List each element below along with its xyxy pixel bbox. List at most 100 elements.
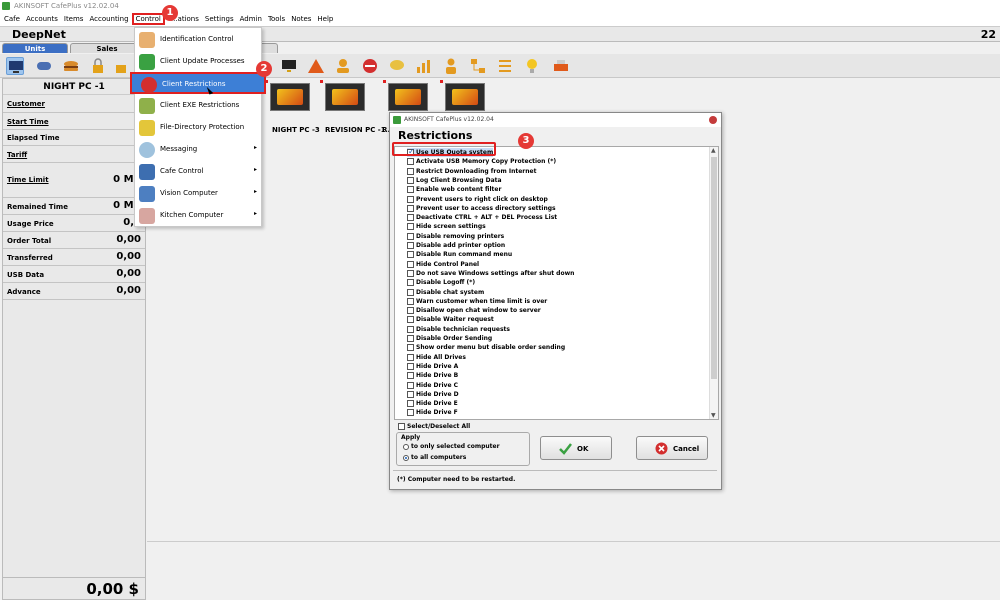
apply-selected-radio[interactable] xyxy=(403,444,409,450)
lightbulb-icon[interactable] xyxy=(523,57,541,75)
menu-cafe[interactable]: Cafe xyxy=(4,15,20,23)
restriction-item[interactable]: Warn customer when time limit is over xyxy=(407,297,547,306)
close-icon[interactable] xyxy=(709,116,717,124)
menu-accounts[interactable]: Accounts xyxy=(26,15,58,23)
restriction-checkbox[interactable] xyxy=(407,418,414,419)
restriction-item[interactable]: Activate USB Memory Copy Protection (*) xyxy=(407,157,556,166)
cancel-button[interactable]: Cancel xyxy=(636,436,708,460)
restriction-item[interactable]: Hide Drive A xyxy=(407,362,458,371)
restriction-item[interactable]: Hide Drive G xyxy=(407,418,459,419)
restriction-item[interactable]: Disable chat system xyxy=(407,288,484,297)
scroll-up-icon[interactable]: ▲ xyxy=(711,147,716,154)
restriction-checkbox[interactable] xyxy=(407,316,414,324)
pc-tile[interactable] xyxy=(440,80,487,115)
customer-label[interactable]: Customer xyxy=(7,100,45,108)
warning-icon[interactable] xyxy=(307,57,325,75)
restriction-checkbox[interactable] xyxy=(407,195,414,203)
menu-kitchen-computer[interactable]: Kitchen Computer ▸ xyxy=(135,205,261,227)
restriction-checkbox[interactable] xyxy=(407,390,414,398)
list-icon[interactable] xyxy=(496,57,514,75)
restriction-item[interactable]: Prevent user to access directory setting… xyxy=(407,204,556,213)
restriction-item[interactable]: Prevent users to right click on desktop xyxy=(407,195,548,204)
menu-vision-computer[interactable]: Vision Computer ▸ xyxy=(135,183,261,205)
restriction-checkbox[interactable] xyxy=(407,288,414,296)
menu-client-exe-restrictions[interactable]: Client EXE Restrictions xyxy=(135,95,261,117)
restriction-item[interactable]: Deactivate CTRL + ALT + DEL Process List xyxy=(407,213,557,222)
menu-items[interactable]: Items xyxy=(64,15,84,23)
menu-cafe-control[interactable]: Cafe Control ▸ xyxy=(135,161,261,183)
restriction-checkbox[interactable] xyxy=(407,409,414,417)
computers-icon[interactable] xyxy=(6,57,24,75)
restriction-item[interactable]: Disable removing printers xyxy=(407,232,504,241)
restriction-checkbox[interactable] xyxy=(407,204,414,212)
person-icon[interactable] xyxy=(442,57,460,75)
restriction-checkbox[interactable] xyxy=(407,353,414,361)
tab-sales[interactable]: Sales xyxy=(70,43,144,53)
restriction-item[interactable]: Disable technician requests xyxy=(407,325,510,334)
scroll-down-icon[interactable]: ▼ xyxy=(711,412,716,419)
pc-tile[interactable] xyxy=(320,80,367,115)
restriction-checkbox[interactable] xyxy=(407,176,414,184)
ok-button[interactable]: OK xyxy=(540,436,612,460)
restriction-checkbox[interactable] xyxy=(407,325,414,333)
lock-icon[interactable] xyxy=(89,57,107,75)
menu-identification-control[interactable]: Identification Control xyxy=(135,29,261,51)
restriction-item[interactable]: Disable Run command menu xyxy=(407,250,512,259)
restriction-checkbox[interactable] xyxy=(407,251,414,259)
menu-file-directory-protection[interactable]: File-Directory Protection xyxy=(135,117,261,139)
menu-messaging[interactable]: Messaging ▸ xyxy=(135,139,261,161)
restriction-item[interactable]: Hide Drive D xyxy=(407,390,459,399)
restriction-item[interactable]: Disable add printer option xyxy=(407,241,505,250)
restriction-checkbox[interactable] xyxy=(407,400,414,408)
restriction-checkbox[interactable] xyxy=(407,186,414,194)
restriction-item[interactable]: Hide screen settings xyxy=(407,222,486,231)
pc-tile[interactable] xyxy=(383,80,430,115)
tab-units[interactable]: Units xyxy=(2,43,68,53)
menu-client-update-processes[interactable]: Client Update Processes xyxy=(135,51,261,73)
restriction-checkbox[interactable] xyxy=(407,260,414,268)
pc-tile[interactable] xyxy=(265,80,312,115)
restriction-checkbox[interactable] xyxy=(407,232,414,240)
network-icon[interactable] xyxy=(469,57,487,75)
restriction-checkbox[interactable] xyxy=(407,167,414,175)
restriction-item[interactable]: Do not save Windows settings after shut … xyxy=(407,269,574,278)
restriction-checkbox[interactable] xyxy=(407,158,414,166)
restriction-item[interactable]: Hide Drive C xyxy=(407,381,458,390)
stop-icon[interactable] xyxy=(361,57,379,75)
restriction-item[interactable]: Hide Drive B xyxy=(407,371,458,380)
list-scrollbar[interactable]: ▲ ▼ xyxy=(709,147,718,419)
restriction-checkbox[interactable] xyxy=(407,335,414,342)
menu-settings[interactable]: Settings xyxy=(205,15,234,23)
menu-notes[interactable]: Notes xyxy=(291,15,311,23)
menu-admin[interactable]: Admin xyxy=(240,15,262,23)
restriction-item[interactable]: Log Client Browsing Data xyxy=(407,176,502,185)
restriction-checkbox[interactable] xyxy=(407,279,414,287)
restriction-checkbox[interactable] xyxy=(407,214,414,222)
restriction-checkbox[interactable] xyxy=(407,362,414,370)
bar-chart-icon[interactable] xyxy=(415,57,433,75)
select-all-checkbox[interactable] xyxy=(398,423,405,430)
restriction-checkbox[interactable] xyxy=(407,372,414,380)
restriction-item[interactable]: Hide Drive E xyxy=(407,399,458,408)
restriction-item[interactable]: Hide Control Panel xyxy=(407,260,479,269)
restriction-item[interactable]: Hide Drive F xyxy=(407,408,458,417)
restriction-item[interactable]: Disable Order Sending xyxy=(407,334,492,343)
menu-accounting[interactable]: Accounting xyxy=(89,15,128,23)
restriction-checkbox[interactable] xyxy=(407,344,414,352)
restriction-item[interactable]: Disable Logoff (*) xyxy=(407,278,475,287)
menu-client-restrictions[interactable]: Client Restrictions xyxy=(130,72,266,94)
restrictions-list[interactable]: ▲ ▼ Use USB Quota systemActivate USB Mem… xyxy=(394,146,719,420)
menu-help[interactable]: Help xyxy=(317,15,333,23)
restriction-checkbox[interactable] xyxy=(407,242,414,249)
select-deselect-all[interactable]: Select/Deselect All xyxy=(398,423,470,430)
time-limit-label[interactable]: Time Limit xyxy=(7,176,49,184)
restriction-item[interactable]: Disable Waiter request xyxy=(407,315,494,324)
burger-icon[interactable] xyxy=(62,57,80,75)
restriction-checkbox[interactable] xyxy=(407,381,414,389)
start-time-label[interactable]: Start Time xyxy=(7,118,49,126)
restriction-checkbox[interactable] xyxy=(407,223,414,231)
chat-bubble-icon[interactable] xyxy=(388,57,406,75)
menu-tools[interactable]: Tools xyxy=(268,15,285,23)
gamepad-icon[interactable] xyxy=(35,57,53,75)
menu-control[interactable]: Control xyxy=(131,13,165,25)
